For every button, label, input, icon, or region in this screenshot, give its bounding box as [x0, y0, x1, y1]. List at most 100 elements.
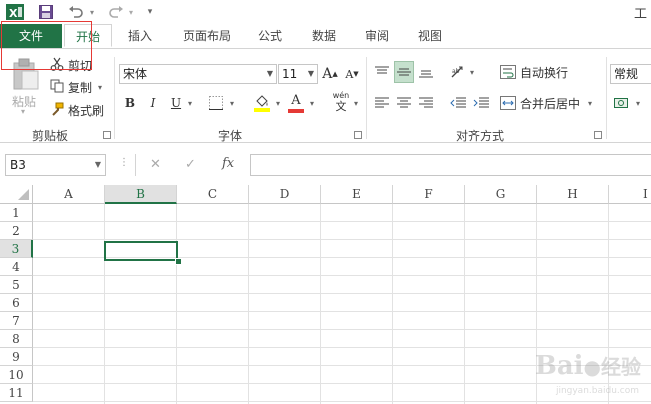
tab-data[interactable]: 数据: [304, 24, 344, 48]
row-header-1[interactable]: 1: [0, 204, 33, 222]
row-header-9[interactable]: 9: [0, 348, 33, 366]
orientation-button[interactable]: ab: [449, 62, 467, 82]
accounting-dropdown-icon[interactable]: ▾: [634, 93, 642, 113]
undo-icon[interactable]: [68, 3, 84, 21]
brush-icon: [50, 102, 64, 119]
accounting-format-button[interactable]: [612, 93, 632, 113]
format-painter-button[interactable]: 格式刷: [50, 100, 104, 120]
grow-font-button[interactable]: A ▲: [322, 64, 338, 84]
borders-icon: [209, 96, 223, 110]
copy-icon: [50, 79, 64, 96]
chevron-down-icon: ▼: [94, 160, 101, 169]
fill-handle[interactable]: [175, 258, 182, 265]
undo-dropdown-icon[interactable]: ▾: [88, 3, 96, 21]
row-header-8[interactable]: 8: [0, 330, 33, 348]
underline-dropdown-icon[interactable]: ▾: [186, 93, 194, 113]
name-box[interactable]: B3 ▼: [5, 154, 106, 176]
font-name-select[interactable]: 宋体 ▼: [119, 64, 277, 84]
insert-function-icon[interactable]: fx: [222, 156, 234, 171]
column-header-g[interactable]: G: [465, 185, 537, 204]
active-cell-b3[interactable]: [104, 241, 178, 261]
fill-color-dropdown-icon[interactable]: ▾: [274, 93, 282, 113]
row-header-7[interactable]: 7: [0, 312, 33, 330]
shrink-font-button[interactable]: A ▼: [344, 64, 360, 84]
wrap-text-button[interactable]: 自动换行: [500, 62, 568, 82]
paste-dropdown-icon[interactable]: ▾: [21, 107, 25, 116]
save-icon[interactable]: [38, 3, 54, 21]
column-header-f[interactable]: F: [393, 185, 465, 204]
font-color-dropdown-icon[interactable]: ▾: [308, 93, 316, 113]
wrap-text-label: 自动换行: [520, 65, 569, 80]
ribbon-home: 粘贴 ▾ 剪切 复制 ▾ 格式刷 剪贴板 宋体 ▼ 11 ▼ A ▲ A ▼ B I…: [0, 48, 651, 143]
align-right-icon: [419, 97, 433, 108]
orientation-dropdown-icon[interactable]: ▾: [468, 62, 476, 82]
merge-center-button[interactable]: 合并后居中 ▾: [500, 93, 592, 113]
align-middle-button[interactable]: [394, 61, 414, 83]
align-bottom-button[interactable]: [417, 62, 435, 82]
tab-review[interactable]: 审阅: [357, 24, 397, 48]
customize-icon[interactable]: ▾: [145, 3, 155, 21]
column-header-a[interactable]: A: [33, 185, 105, 204]
italic-button[interactable]: I: [146, 93, 160, 113]
font-launcher-icon[interactable]: [354, 131, 362, 139]
copy-dropdown-icon[interactable]: ▾: [98, 83, 102, 92]
borders-button[interactable]: [207, 93, 225, 113]
alignment-launcher-icon[interactable]: [594, 131, 602, 139]
chevron-down-icon: ▼: [266, 69, 273, 78]
row-header-10[interactable]: 10: [0, 366, 33, 384]
grow-font-glyph: A: [322, 66, 333, 82]
bold-button[interactable]: B: [123, 93, 137, 113]
merge-dropdown-icon[interactable]: ▾: [588, 99, 592, 108]
font-name-value: 宋体: [123, 67, 148, 81]
font-color-button[interactable]: A: [288, 91, 304, 115]
align-right-button[interactable]: [417, 93, 435, 113]
group-label-clipboard: 剪贴板: [31, 129, 68, 143]
underline-button[interactable]: U: [169, 93, 183, 113]
column-header-i[interactable]: I: [609, 185, 651, 204]
borders-dropdown-icon[interactable]: ▾: [228, 93, 236, 113]
row-header-2[interactable]: 2: [0, 222, 33, 240]
tab-view[interactable]: 视图: [410, 24, 450, 48]
font-size-select[interactable]: 11 ▼: [278, 64, 318, 84]
decrease-indent-button[interactable]: [449, 93, 467, 113]
redo-dropdown-icon[interactable]: ▾: [127, 3, 135, 21]
column-header-c[interactable]: C: [177, 185, 249, 204]
row-header-11[interactable]: 11: [0, 384, 33, 402]
align-left-button[interactable]: [373, 93, 391, 113]
increase-indent-button[interactable]: [472, 93, 490, 113]
align-center-button[interactable]: [395, 93, 413, 113]
align-left-icon: [375, 97, 389, 108]
font-size-value: 11: [282, 67, 298, 81]
row-header-3[interactable]: 3: [0, 240, 33, 258]
phonetic-dropdown-icon[interactable]: ▾: [352, 93, 360, 113]
clipboard-launcher-icon[interactable]: [103, 131, 111, 139]
column-header-b[interactable]: B: [105, 185, 177, 204]
align-bottom-icon: [419, 70, 433, 78]
phonetic-guide-button[interactable]: wén 文: [331, 91, 351, 115]
select-all-button[interactable]: [0, 185, 33, 204]
number-format-select[interactable]: 常规: [610, 64, 651, 84]
tab-formulas[interactable]: 公式: [250, 24, 290, 48]
caret-down-icon: ▼: [353, 70, 359, 78]
formula-input[interactable]: [250, 154, 651, 176]
column-header-d[interactable]: D: [249, 185, 321, 204]
tab-page-layout[interactable]: 页面布局: [172, 24, 242, 48]
row-header-6[interactable]: 6: [0, 294, 33, 312]
group-label-font: 字体: [217, 129, 242, 143]
copy-button[interactable]: 复制 ▾: [50, 77, 102, 97]
enter-icon[interactable]: ✓: [185, 157, 196, 172]
watermark-brand-text: Bai: [534, 351, 584, 381]
formula-bar-grip-icon[interactable]: ⋮: [119, 157, 129, 168]
redo-icon[interactable]: [108, 3, 124, 21]
align-top-button[interactable]: [373, 62, 391, 82]
group-divider: [606, 57, 607, 139]
currency-icon: [614, 98, 628, 108]
group-label-alignment: 对齐方式: [455, 129, 504, 143]
tab-insert[interactable]: 插入: [120, 24, 160, 48]
cancel-icon[interactable]: ✕: [150, 157, 161, 172]
column-header-h[interactable]: H: [537, 185, 609, 204]
column-header-e[interactable]: E: [321, 185, 393, 204]
fill-color-button[interactable]: [252, 91, 272, 115]
row-header-5[interactable]: 5: [0, 276, 33, 294]
row-header-4[interactable]: 4: [0, 258, 33, 276]
